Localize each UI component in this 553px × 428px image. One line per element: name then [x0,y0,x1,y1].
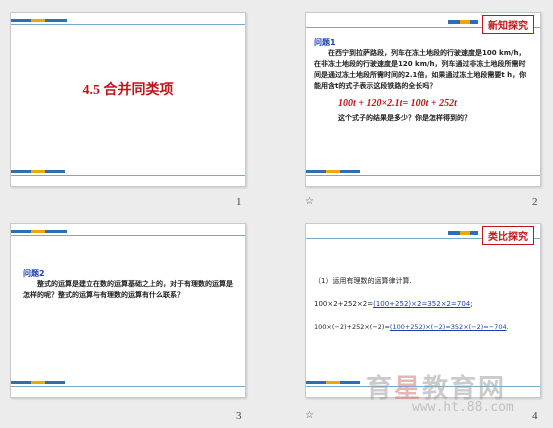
watermark-url: www.ht.88.com [412,400,514,415]
slide-thumbnail-3[interactable]: 问题2 整式的运算是建立在数的运算基础之上的，对于有理数的运算是怎样的呢？整式的… [10,223,246,398]
punctuation: . [506,323,509,331]
bottom-decor-bar [11,170,245,178]
exercise-line-2: 100×(−2)+252×(−2)=(100+252)×(−2)=352×(−2… [314,322,536,333]
expression: 100×(−2)+252×(−2)= [314,323,390,331]
slide-title: 4.5 合并同类项 [82,83,174,98]
bottom-decor-bar [11,381,245,389]
bottom-decor-bar [306,170,540,178]
answer: (100+252)×2=352×2=704 [373,300,471,308]
slide-number: 4 [532,410,538,422]
question-text: 在西宁到拉萨路段，列车在冻土地段的行驶速度是100 km/h，在非冻土地段的行驶… [314,49,527,90]
section-badge: 类比探究 [482,226,534,245]
exercise-line-1: 100×2+252×2=(100+252)×2=352×2=704; [314,299,536,310]
question-label: 问题2 [23,269,45,278]
question-text: 整式的运算是建立在数的运算基础之上的，对于有理数的运算是怎样的呢？整式的运算与有… [23,280,233,299]
expression: 100×2+252×2= [314,300,374,308]
exercise-instruction: （1）运用有理数的运算律计算. [314,277,412,285]
answer: (100+252)×(−2)=352×(−2)=−704 [389,323,507,331]
punctuation: ; [470,300,473,308]
slide-thumbnail-1[interactable]: 4.5 合并同类项 [10,12,246,187]
animation-star-icon: ☆ [305,410,314,421]
slide-number: 2 [532,196,538,208]
slide-number: 1 [236,196,242,208]
question-label: 问题1 [314,38,336,47]
follow-up-question: 这个式子的结果是多少？你是怎样得到的？ [338,114,471,122]
animation-star-icon: ☆ [305,196,314,207]
section-badge: 新知探究 [482,15,534,34]
slide-number: 3 [236,410,242,422]
equation: 100t + 120×2.1t= 100t + 252t [338,98,457,109]
slide-thumbnail-2[interactable]: 新知探究 问题1 在西宁到拉萨路段，列车在冻土地段的行驶速度是100 km/h，… [305,12,541,187]
